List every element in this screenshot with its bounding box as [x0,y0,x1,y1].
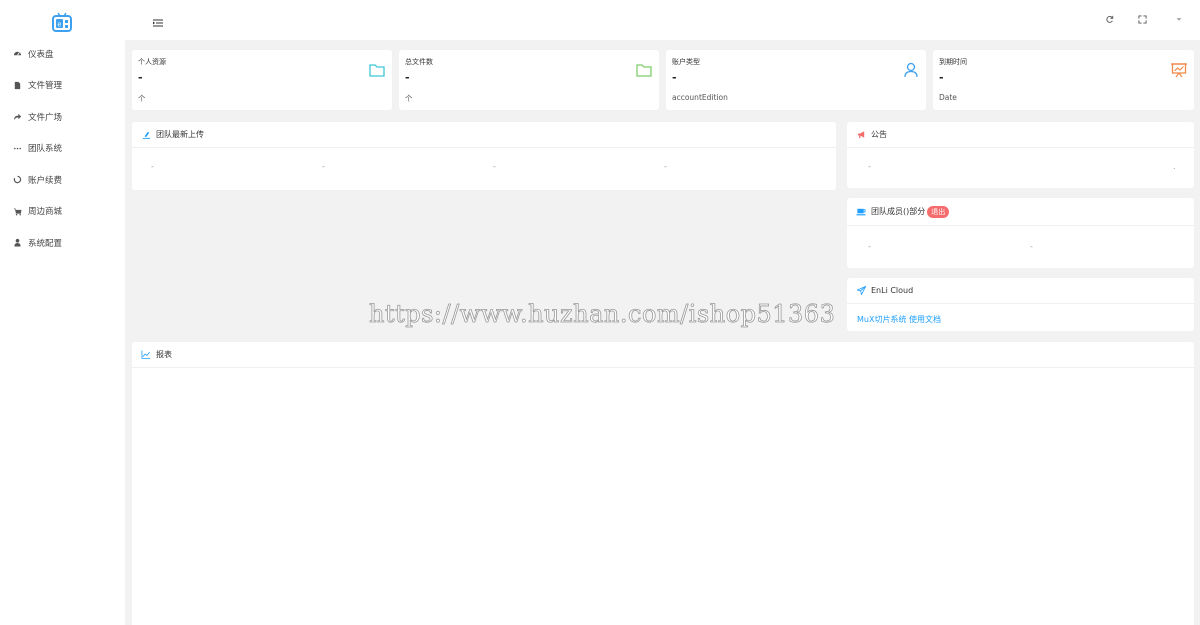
panel-title-prefix: 团队成员( [871,207,907,216]
stat-card-expiry: 到期时间 - Date [933,50,1194,110]
panel-header: 公告 [847,122,1194,148]
panel-header: 报表 [132,342,1194,368]
menu-toggle-icon[interactable] [153,16,163,27]
stat-title: 个人资源 [138,58,166,66]
presentation-icon [1170,61,1188,79]
stat-value: - [405,71,410,84]
sidebar-item-label: 团队系统 [28,144,63,155]
stat-value: - [672,71,677,84]
stat-title: 账户类型 [672,58,700,66]
stat-card-total-files: 总文件数 - 个 [399,50,659,110]
team-uploads-panel: 团队最新上传 - - - - [132,122,836,190]
upload-item: - [322,162,325,171]
upload-pen-icon [141,130,151,140]
panel-title: 团队最新上传 [156,130,204,139]
paper-plane-icon [856,286,866,296]
notice-date: . [1173,162,1176,171]
panel-title: EnLi Cloud [871,286,914,295]
team-icon [856,207,866,217]
dropdown-icon[interactable] [1174,14,1184,24]
panel-title: 报表 [156,350,172,359]
refresh-circle-icon [12,175,22,185]
stat-value: - [939,71,944,84]
notice-item: - [868,162,871,171]
ellipsis-icon [12,143,22,153]
stat-unit: 个 [138,94,146,103]
megaphone-icon [856,130,866,140]
stat-unit: 个 [405,94,413,103]
stat-card-account-type: 账户类型 - accountEdition [666,50,926,110]
panel-header: 团队成员()部分 退出 [847,198,1194,226]
exit-badge[interactable]: 退出 [927,205,950,218]
user-icon [902,61,920,79]
watermark-text: https://www.huzhan.com/ishop51363 [369,300,836,329]
tv-logo-icon[interactable]: e [52,9,72,33]
line-chart-icon [141,350,151,360]
cloud-panel: EnLi Cloud MuX切片系统 使用文档 [847,278,1194,331]
stat-sub-text: Date [939,93,957,102]
sidebar-item-account-renewal[interactable]: 账户续费 [0,164,125,196]
user-icon [12,238,22,248]
sidebar-item-system-config[interactable]: 系统配置 [0,227,125,259]
sidebar-item-label: 周边商城 [28,207,63,218]
member-item: - [868,242,871,251]
stat-title: 总文件数 [405,58,433,66]
sidebar: e 仪表盘 文件管理 文件广场 团队系统 账户续费 周边商城 系统配置 [0,0,125,625]
notice-panel: 公告 - . [847,122,1194,188]
sidebar-item-label: 文件管理 [28,81,63,92]
file-icon [12,80,22,90]
sidebar-item-label: 系统配置 [28,238,63,249]
sidebar-item-label: 文件广场 [28,112,63,123]
upload-item: - [664,162,667,171]
panel-title-suffix: )部分 [906,207,926,216]
sidebar-item-file-square[interactable]: 文件广场 [0,101,125,133]
top-bar [125,0,1200,40]
folder-icon [368,61,386,79]
refresh-icon[interactable] [1104,14,1114,24]
fullscreen-icon[interactable] [1137,14,1147,24]
stat-title: 到期时间 [939,58,967,66]
sidebar-item-label: 仪表盘 [28,49,54,60]
docs-link[interactable]: MuX切片系统 使用文档 [857,314,941,325]
main-content: 个人资源 - 个 总文件数 - 个 账户类型 - accountEdition … [125,40,1200,625]
stat-value: - [138,71,143,84]
sidebar-item-file-management[interactable]: 文件管理 [0,70,125,102]
folder-icon [635,61,653,79]
sidebar-item-team-system[interactable]: 团队系统 [0,133,125,165]
upload-item: - [151,162,154,171]
team-members-panel: 团队成员()部分 退出 - - [847,198,1194,268]
sidebar-item-label: 账户续费 [28,175,63,186]
cart-icon [12,206,22,216]
panel-header: 团队最新上传 [132,122,836,148]
panel-title: 公告 [871,130,887,139]
sidebar-nav: 仪表盘 文件管理 文件广场 团队系统 账户续费 周边商城 系统配置 [0,38,125,259]
panel-header: EnLi Cloud [847,278,1194,304]
report-panel: 报表 [132,342,1194,625]
dashboard-icon [12,49,22,59]
stat-card-personal-resources: 个人资源 - 个 [132,50,392,110]
share-icon [12,112,22,122]
sidebar-item-dashboard[interactable]: 仪表盘 [0,38,125,70]
upload-item: - [493,162,496,171]
svg-text:e: e [58,22,62,29]
stat-sub-text: accountEdition [672,93,728,102]
member-item: - [1030,242,1033,251]
sidebar-item-mall[interactable]: 周边商城 [0,196,125,228]
